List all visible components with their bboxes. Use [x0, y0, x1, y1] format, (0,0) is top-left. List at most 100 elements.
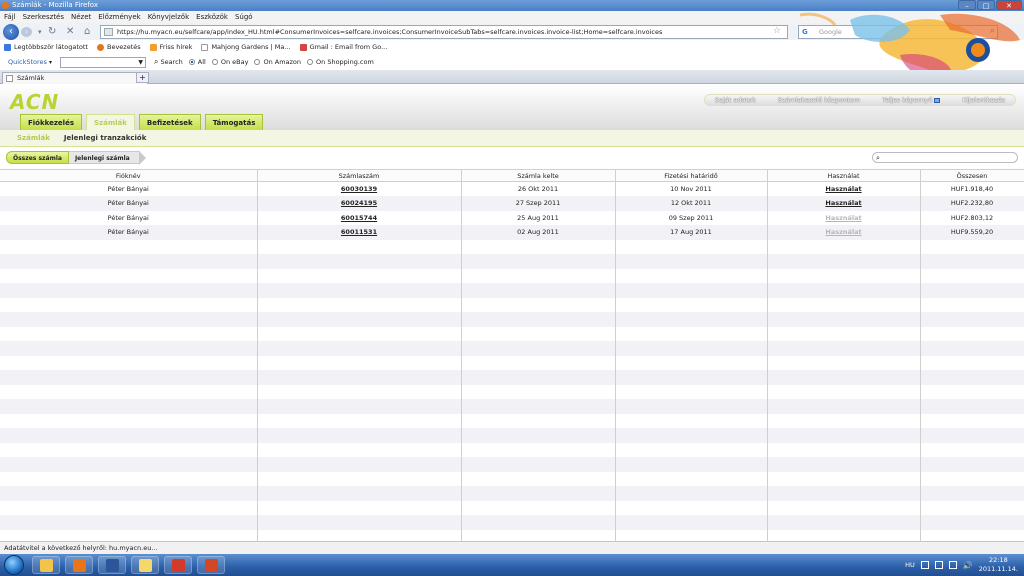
column-header-account[interactable]: Fióknév [0, 169, 258, 182]
radio-amazon[interactable] [254, 59, 261, 65]
bookmark-star-icon[interactable]: ☆ [773, 26, 781, 36]
filter-current-invoice[interactable]: Jelenlegi számla [68, 151, 146, 165]
search-input[interactable]: G Google [798, 25, 998, 39]
column-header-total[interactable]: Összesen [920, 169, 1024, 182]
table-row-empty [0, 384, 1024, 399]
radio-all[interactable] [188, 59, 195, 65]
empty-cell [461, 515, 616, 530]
bookmark-item[interactable]: Legtöbbször látogatott [4, 40, 88, 54]
history-dropdown-icon[interactable]: ▾ [38, 26, 42, 38]
link-fullscreen[interactable]: Teljes képernyő [882, 96, 941, 104]
empty-cell [920, 442, 1024, 457]
usage-link[interactable]: Használat [825, 199, 861, 207]
maximize-button[interactable]: □ [977, 0, 995, 10]
bookmark-item[interactable]: Gmail : Email from Go... [299, 40, 387, 54]
taskbar-app-mail[interactable] [131, 556, 159, 574]
back-button[interactable]: ‹ [3, 24, 19, 40]
taskbar-app-powerpoint[interactable] [197, 556, 225, 574]
link-billing-center[interactable]: Számlakezelő központom [778, 96, 860, 104]
status-bar: Adatátvitel a következő helyről: hu.myac… [0, 541, 1024, 554]
empty-cell [257, 384, 462, 399]
network-icon[interactable] [948, 561, 957, 569]
status-text: Adatátvitel a következő helyről: hu.myac… [4, 544, 158, 552]
empty-cell [257, 326, 462, 341]
cell-invoice-date: 26 Okt 2011 [461, 181, 616, 196]
tab-account-management[interactable]: Fiókkezelés [20, 114, 82, 130]
table-row: Péter Bányai 60015744 25 Aug 2011 09 Szep 2… [0, 210, 1024, 225]
empty-cell [920, 355, 1024, 370]
subtab-current-transactions[interactable]: Jelenlegi tranzakciók [64, 134, 146, 142]
stop-icon[interactable]: ✕ [66, 26, 74, 38]
start-button[interactable] [4, 555, 24, 575]
invoice-number-link[interactable]: 60011531 [257, 225, 462, 240]
empty-cell [0, 384, 258, 399]
home-icon[interactable]: ⌂ [84, 26, 90, 38]
flag-icon[interactable] [934, 561, 943, 569]
bookmark-item[interactable]: Bevezetés [96, 40, 141, 54]
link-my-details[interactable]: Saját adatok [715, 96, 756, 104]
action-center-icon[interactable] [920, 561, 929, 569]
bookmark-item[interactable]: Mahjong Gardens | Ma... [201, 40, 291, 54]
cell-usage: Használat [767, 196, 921, 211]
link-logout[interactable]: Kijelentkezés [962, 96, 1005, 104]
menu-edit[interactable]: Szerkesztés [23, 11, 64, 23]
volume-icon[interactable]: 🔊 [963, 561, 973, 570]
taskbar-app-explorer[interactable] [32, 556, 60, 574]
column-header-due-date[interactable]: Fizetési határidő [615, 169, 768, 182]
radio-ebay[interactable] [211, 59, 218, 65]
search-icon: ⌕ [876, 154, 880, 162]
close-button[interactable]: ✕ [996, 0, 1022, 10]
usage-link: Használat [825, 213, 862, 222]
invoice-number-link[interactable]: 60024195 [257, 196, 462, 211]
reload-icon[interactable]: ↻ [48, 26, 56, 38]
table-search-input[interactable]: ⌕ [872, 152, 1018, 163]
menu-history[interactable]: Előzmények [98, 11, 140, 23]
browser-tab[interactable]: Számlák [2, 72, 148, 84]
menu-file[interactable]: Fájl [4, 11, 16, 23]
menu-tools[interactable]: Eszközök [196, 11, 228, 23]
menu-help[interactable]: Súgó [235, 11, 253, 23]
chevron-down-icon[interactable]: ▼ [138, 58, 143, 68]
invoice-number-link[interactable]: 60030139 [257, 181, 462, 196]
language-indicator[interactable]: HU [905, 561, 915, 569]
column-header-invoice-date[interactable]: Számla kelte [461, 169, 616, 182]
quickstores-search-button[interactable]: Search [160, 58, 182, 66]
clock[interactable]: 22:18 2011.11.14. [979, 556, 1018, 574]
taskbar-app-firefox[interactable] [65, 556, 93, 574]
tab-title: Számlák [17, 74, 45, 82]
bookmark-item[interactable]: Friss hírek [149, 40, 192, 54]
filter-all-invoices[interactable]: Összes számla [6, 151, 69, 164]
new-tab-button[interactable]: + [136, 72, 149, 83]
cell-account-name: Péter Bányai [0, 210, 258, 225]
invoice-number-link[interactable]: 60015744 [257, 210, 462, 225]
address-bar[interactable]: https://hu.myacn.eu/selfcare/app/index_H… [100, 25, 788, 39]
taskbar-app-word[interactable] [98, 556, 126, 574]
system-tray: HU 🔊 22:18 2011.11.14. [905, 554, 1018, 576]
empty-cell [767, 384, 921, 399]
menu-bookmarks[interactable]: Könyvjelzők [148, 11, 189, 23]
tab-invoices[interactable]: Számlák [86, 114, 135, 130]
column-header-invoice-number[interactable]: Számlaszám [257, 169, 462, 182]
quickstores-input[interactable]: ▼ [59, 56, 146, 68]
menu-view[interactable]: Nézet [71, 11, 91, 23]
taskbar-app-photos[interactable] [164, 556, 192, 574]
empty-cell [767, 457, 921, 472]
search-placeholder: Google [819, 28, 842, 36]
clock-time: 22:18 [988, 556, 1008, 564]
quickstores-dropdown-icon[interactable]: ▾ [49, 59, 52, 66]
search-icon[interactable]: ⌕ [990, 26, 995, 36]
column-header-usage[interactable]: Használat [767, 169, 921, 182]
empty-cell [767, 471, 921, 486]
filter-row: Összes számla Jelenlegi számla ⌕ [0, 148, 1024, 168]
acn-logo[interactable]: ACN [10, 90, 59, 114]
forward-button[interactable]: › [21, 27, 32, 37]
bookmark-icon [4, 43, 11, 51]
minimize-button[interactable]: – [958, 0, 976, 10]
empty-cell [257, 413, 462, 428]
subtab-invoices[interactable]: Számlák [17, 134, 50, 142]
tab-payments[interactable]: Befizetések [138, 114, 201, 130]
tab-support[interactable]: Támogatás [204, 114, 264, 130]
radio-shopping[interactable] [307, 59, 314, 65]
usage-link[interactable]: Használat [825, 185, 861, 193]
quickstores-label[interactable]: QuickStores [8, 58, 47, 66]
